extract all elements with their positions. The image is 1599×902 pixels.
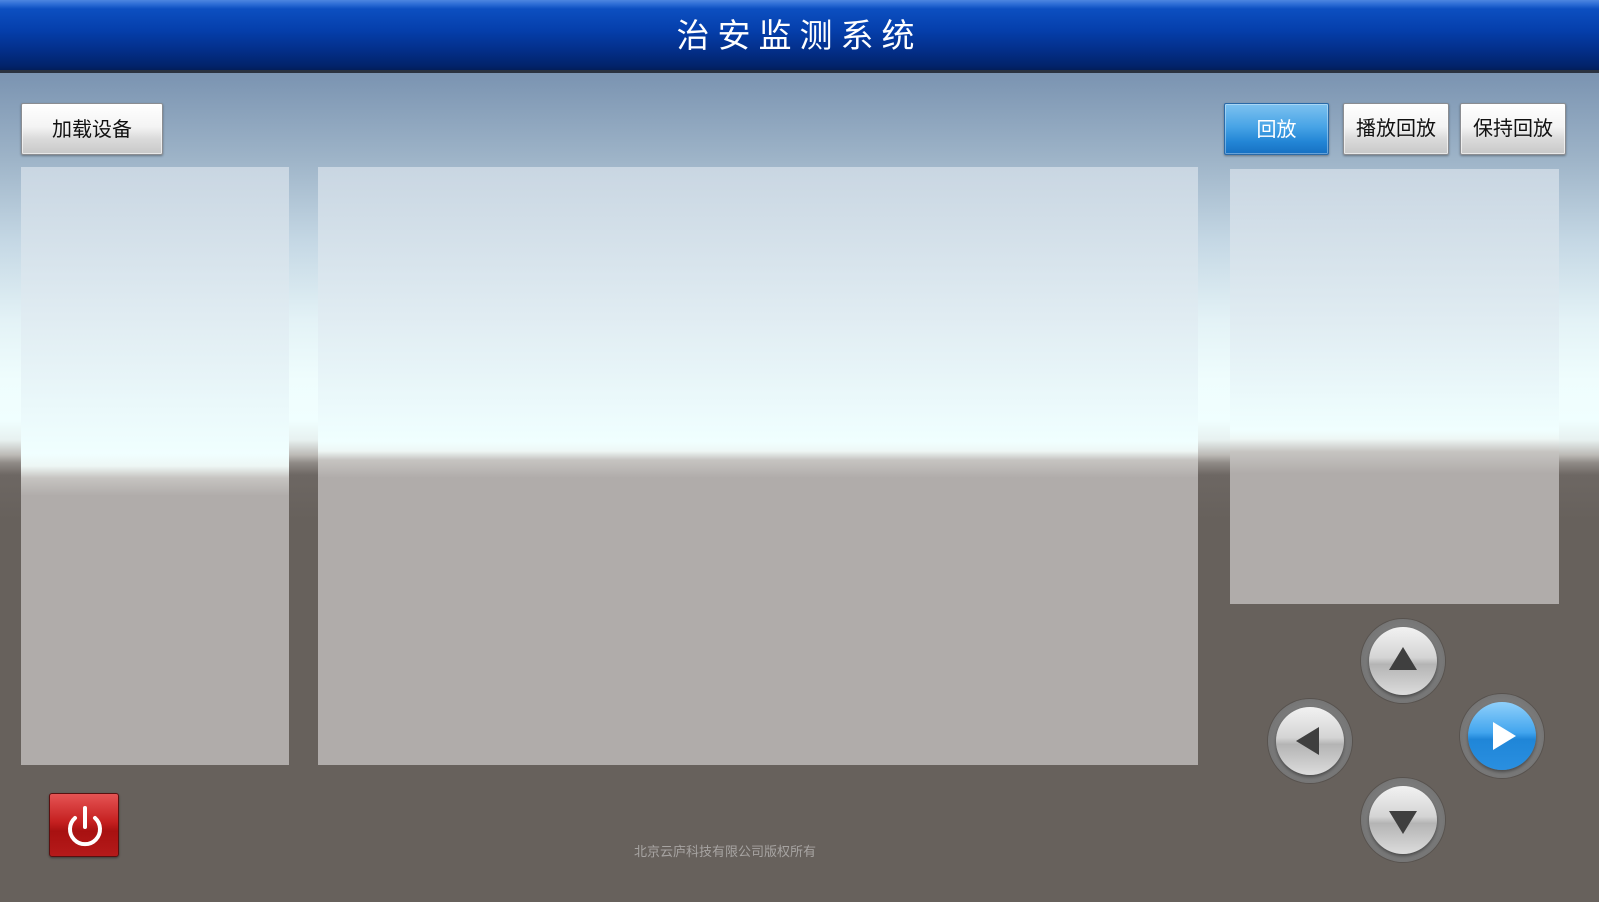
triangle-right-icon — [1493, 722, 1516, 750]
load-devices-button[interactable]: 加载设备 — [21, 103, 163, 155]
triangle-left-icon — [1296, 727, 1319, 755]
hold-playback-button[interactable]: 保持回放 — [1460, 103, 1566, 155]
triangle-up-icon — [1389, 647, 1417, 670]
footer-copyright: 北京云庐科技有限公司版权所有 — [633, 845, 816, 860]
playback-button[interactable]: 回放 — [1224, 103, 1329, 155]
play-playback-button[interactable]: 播放回放 — [1343, 103, 1449, 155]
video-display-panel — [318, 167, 1198, 765]
dpad-left-button[interactable] — [1268, 699, 1352, 783]
page-title: 治安监测系统 — [676, 16, 923, 55]
dpad-up-button[interactable] — [1361, 619, 1445, 703]
device-list-panel — [21, 167, 289, 765]
playback-info-panel — [1230, 169, 1559, 604]
dpad-right-button[interactable] — [1460, 694, 1544, 778]
title-bar: 治安监测系统 — [0, 0, 1599, 73]
